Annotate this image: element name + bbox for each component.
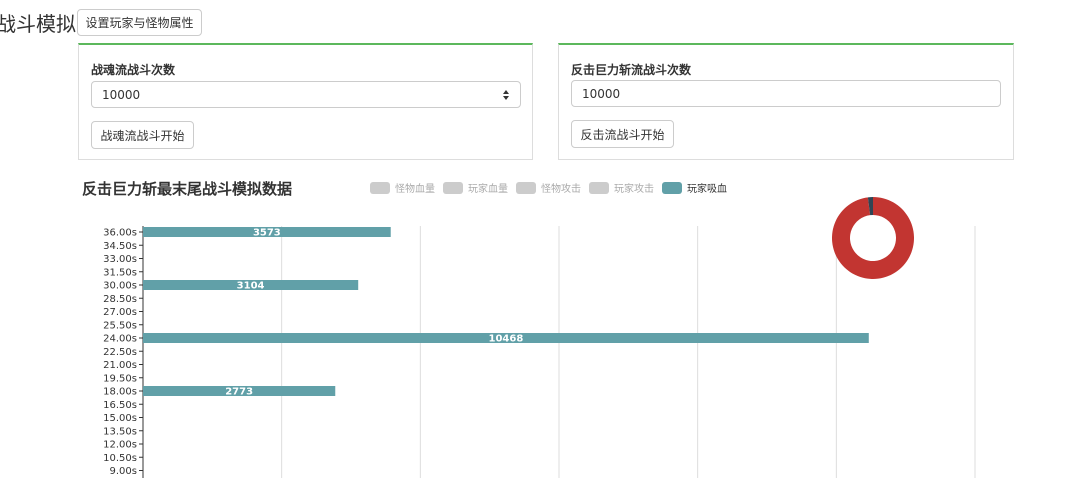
bar-data-label: 3104	[237, 281, 265, 292]
y-tick-label: 9.00s	[110, 466, 137, 477]
y-tick-label: 30.00s	[103, 281, 137, 292]
y-tick-label: 19.50s	[103, 373, 137, 384]
bar-chart: 36.00s 34.50s 33.00s 31.50s 30.00s 28.50s 27.0…	[103, 197, 976, 478]
y-tick-label: 27.00s	[103, 307, 137, 318]
y-tick-label: 31.50s	[103, 267, 137, 278]
y-tick-label: 10.50s	[103, 453, 137, 464]
y-tick-label: 24.00s	[103, 334, 137, 345]
y-tick-label: 21.00s	[103, 360, 137, 371]
y-tick-label: 13.50s	[103, 426, 137, 437]
bar-data-label: 2773	[225, 387, 253, 398]
y-tick-label: 22.50s	[103, 347, 137, 358]
bar-data-label: 3573	[253, 228, 281, 239]
y-tick-label: 33.00s	[103, 254, 137, 265]
y-tick-label: 16.50s	[103, 400, 137, 411]
y-tick-label: 15.00s	[103, 413, 137, 424]
y-tick-label: 36.00s	[103, 228, 137, 239]
y-tick-label: 28.50s	[103, 294, 137, 305]
bar-data-label: 10468	[488, 334, 523, 345]
y-tick-label: 34.50s	[103, 241, 137, 252]
y-tick-label: 12.00s	[103, 440, 137, 451]
y-tick-label: 18.00s	[103, 387, 137, 398]
y-tick-label: 25.50s	[103, 320, 137, 331]
